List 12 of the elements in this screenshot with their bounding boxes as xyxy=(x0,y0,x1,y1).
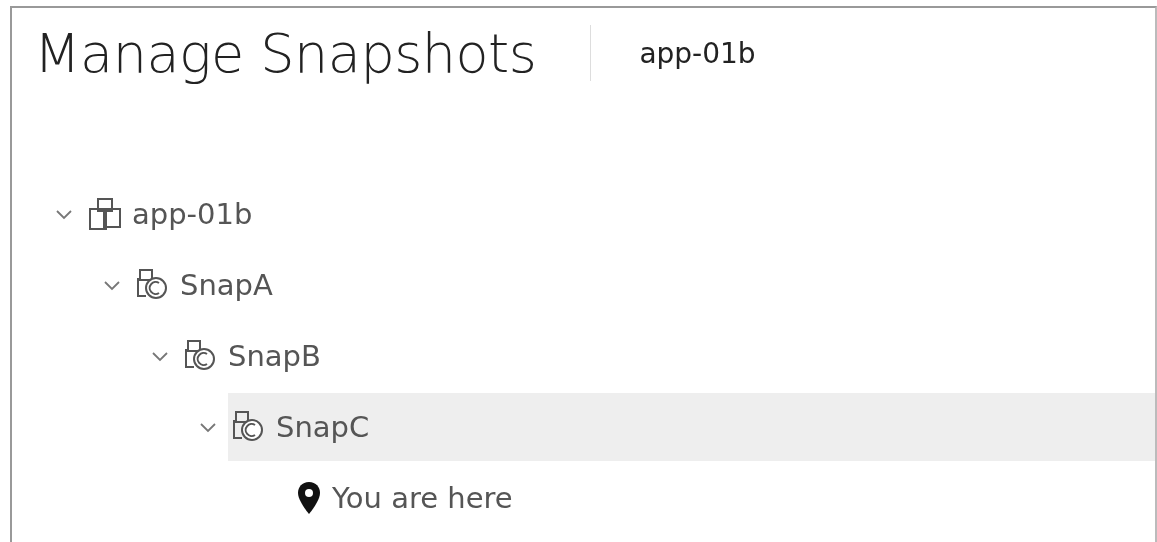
snapshot-icon xyxy=(136,267,170,302)
vm-name: app-01b xyxy=(639,36,756,70)
tree-item[interactable]: SnapA xyxy=(132,250,1155,319)
tree-item[interactable]: SnapB xyxy=(180,321,1155,390)
tree-item[interactable]: You are here xyxy=(292,463,1155,532)
tree-item[interactable]: SnapC xyxy=(228,392,1155,461)
location-pin-icon xyxy=(296,480,322,515)
page-title: Manage Snapshots xyxy=(34,21,537,85)
vm-icon xyxy=(88,196,122,231)
snapshot-icon xyxy=(232,409,266,444)
snapshot-icon xyxy=(184,338,218,373)
tree-item[interactable]: app-01b xyxy=(84,179,1155,248)
